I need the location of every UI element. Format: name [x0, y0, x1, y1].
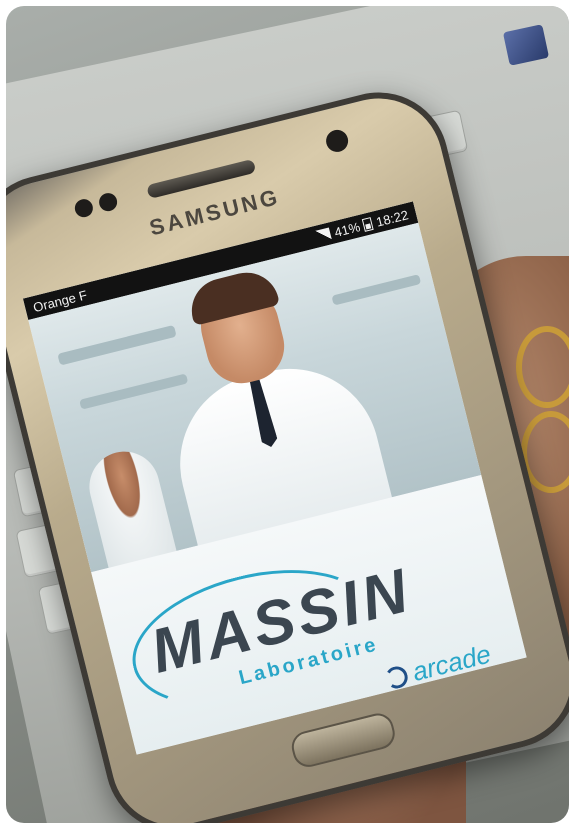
partner-logo: arcade: [382, 639, 494, 695]
signal-icon: [315, 227, 333, 243]
home-button[interactable]: [288, 710, 399, 771]
battery-percent: 41%: [332, 218, 362, 240]
photo: SAMSUNG Orange F 41% 18:22 MASSIN Labora…: [6, 6, 569, 823]
lab-shelf: [331, 274, 422, 306]
battery-icon: [362, 216, 374, 232]
partner-label: arcade: [409, 638, 494, 687]
ring-icon: [516, 326, 569, 408]
sensor-icon: [97, 191, 120, 214]
arcade-logo-icon: [383, 663, 410, 691]
sensor-icon: [72, 197, 95, 220]
phone-screen[interactable]: Orange F 41% 18:22 MASSIN Laboratoire ar…: [22, 201, 527, 755]
lab-shelf: [57, 324, 177, 366]
front-camera-icon: [323, 127, 351, 155]
lab-shelf: [79, 373, 189, 410]
